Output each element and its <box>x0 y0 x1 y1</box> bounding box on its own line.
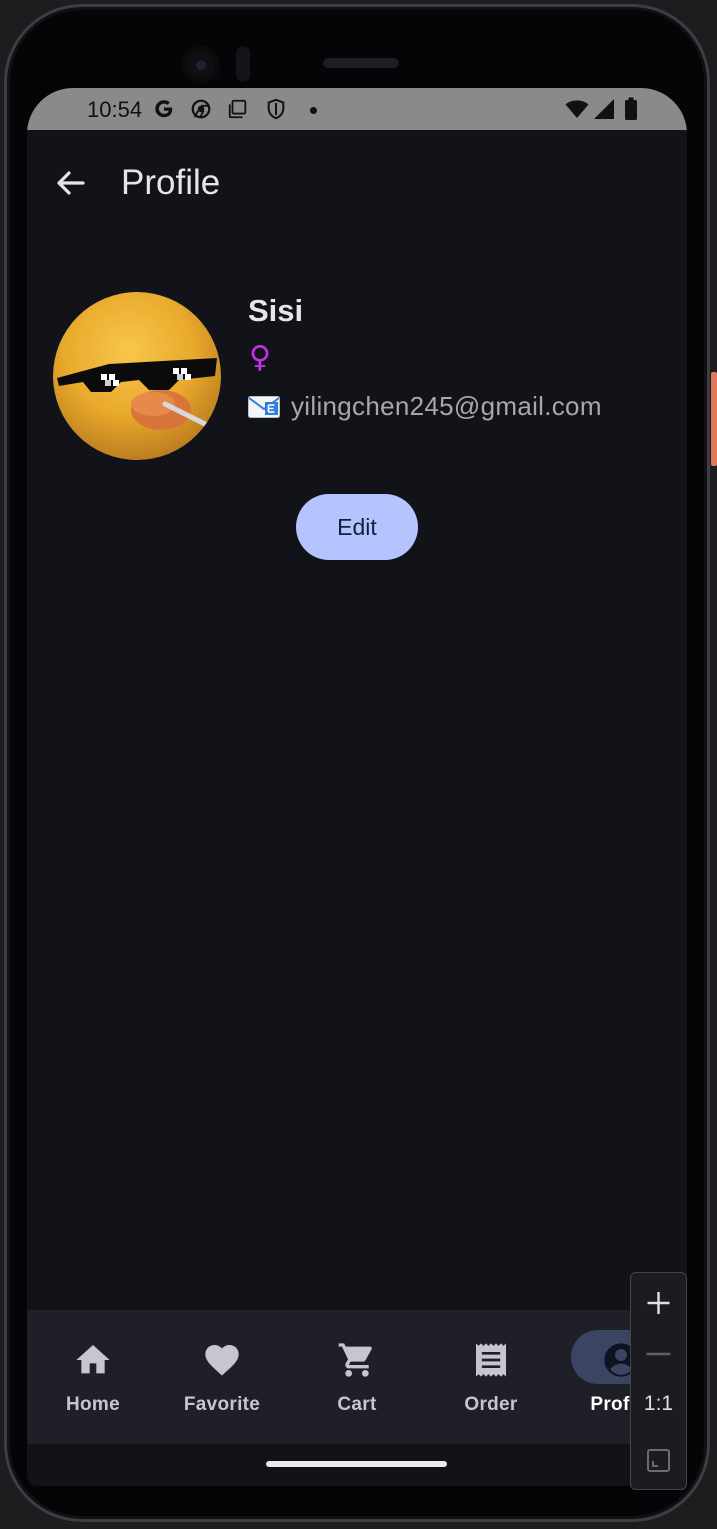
nav-item-home[interactable]: Home <box>27 1310 159 1444</box>
nav-label: Home <box>66 1394 120 1415</box>
nav-label: Order <box>464 1394 518 1415</box>
screenshot-icon <box>228 99 247 119</box>
arrow-back-icon[interactable] <box>51 168 95 198</box>
home-icon <box>76 1345 110 1374</box>
fit-screen-icon[interactable] <box>631 1435 686 1485</box>
gender-icon: ♀ <box>249 340 271 375</box>
chrome-icon <box>191 99 211 119</box>
zoom-out-icon[interactable] <box>631 1329 686 1379</box>
avatar <box>53 292 221 460</box>
status-bar: 10:54 <box>27 88 687 130</box>
signal-icon <box>594 99 614 119</box>
emulator-zoom-controls: 1:1 <box>630 1272 687 1490</box>
edit-button[interactable]: Edit <box>296 494 418 560</box>
bottom-navigation: Home Favorite Cart Order Profile <box>27 1310 687 1444</box>
status-time: 10:54 <box>87 97 143 122</box>
nav-label: Favorite <box>183 1394 261 1415</box>
home-indicator[interactable] <box>266 1461 447 1467</box>
zoom-in-icon[interactable] <box>631 1278 686 1328</box>
nav-item-favorite[interactable]: Favorite <box>156 1310 288 1444</box>
avatar-image <box>53 292 221 460</box>
email-icon <box>248 396 280 418</box>
nav-label: Cart <box>337 1394 377 1415</box>
top-app-bar: Profile <box>27 130 687 236</box>
nav-item-order[interactable]: Order <box>425 1310 557 1444</box>
battery-icon <box>625 97 637 120</box>
side-button[interactable] <box>711 372 717 466</box>
front-camera <box>182 46 220 84</box>
page-title: Profile <box>121 163 221 202</box>
earpiece-speaker <box>323 58 399 68</box>
zoom-ratio-button[interactable]: 1:1 <box>631 1392 686 1416</box>
shield-icon <box>267 98 285 120</box>
notification-dot <box>310 107 317 114</box>
google-g-icon <box>155 100 173 118</box>
proximity-sensor <box>236 46 250 82</box>
device-screen: 10:54 Profile Sisi ♀ yilingchen245@gmail… <box>27 88 687 1486</box>
profile-name: Sisi <box>248 293 304 328</box>
heart-icon <box>205 1345 239 1376</box>
email-text: yilingchen245@gmail.com <box>291 391 602 421</box>
receipt-icon <box>476 1343 506 1377</box>
wifi-icon <box>565 100 589 118</box>
nav-item-cart[interactable]: Cart <box>291 1310 423 1444</box>
cart-icon <box>338 1343 372 1377</box>
